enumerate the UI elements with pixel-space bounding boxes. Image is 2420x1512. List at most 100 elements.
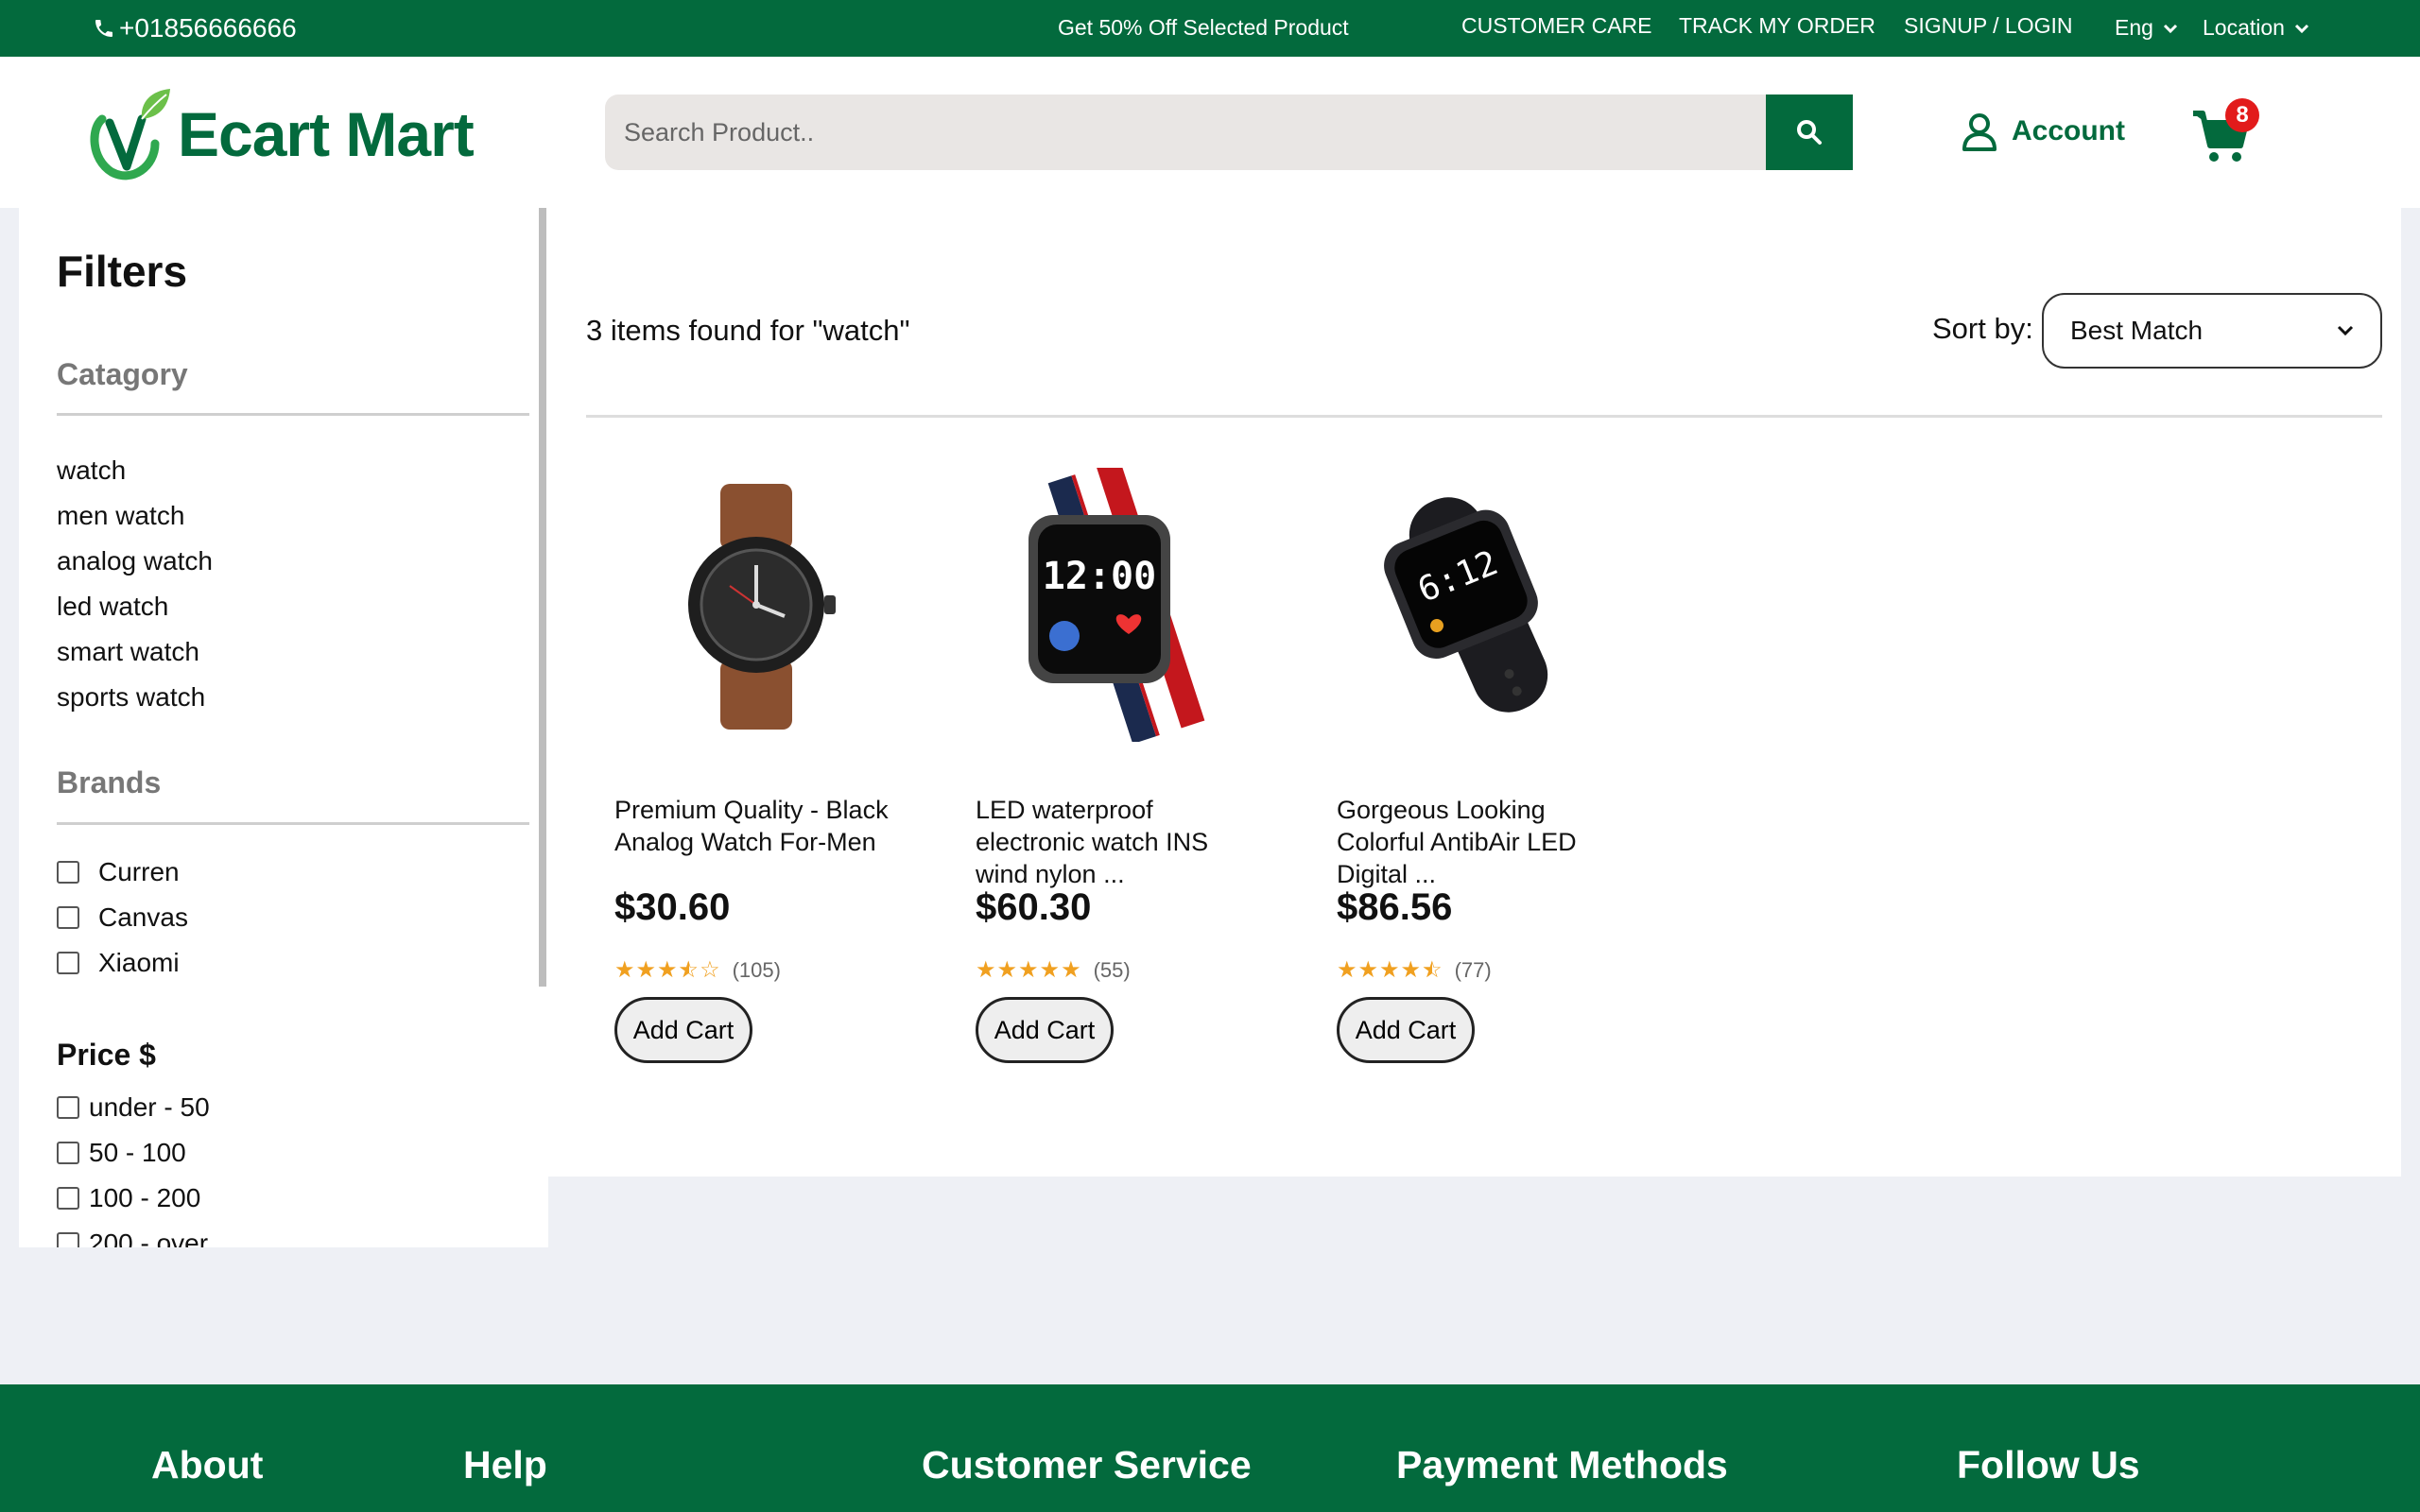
product-rating: ★★★★☆★ (77): [1337, 956, 1492, 984]
cart-count-badge: 8: [2225, 98, 2259, 132]
account-label: Account: [2012, 115, 2125, 146]
category-item-analog-watch[interactable]: analog watch: [57, 539, 213, 584]
language-value: Eng: [2115, 15, 2153, 40]
product-rating: ★★★★★ (55): [976, 956, 1131, 984]
price-option-100-200[interactable]: 100 - 200: [57, 1176, 210, 1221]
category-item-smart-watch[interactable]: smart watch: [57, 629, 213, 675]
brand-option-curren[interactable]: Curren: [57, 850, 188, 895]
user-icon: [1962, 113, 1996, 151]
brand-checkbox[interactable]: [57, 952, 79, 974]
sort-value: Best Match: [2070, 316, 2204, 345]
sidebar-scrollbar[interactable]: [539, 208, 546, 987]
site-header: Ecart Mart Account 8: [0, 57, 2420, 208]
filters-sidebar: Filters Catagory watch men watch analog …: [19, 208, 548, 1247]
filters-title: Filters: [57, 247, 188, 296]
category-item-watch[interactable]: watch: [57, 448, 213, 493]
product-image[interactable]: [614, 463, 898, 747]
brands-heading: Brands: [57, 765, 162, 799]
svg-text:12:00: 12:00: [1043, 555, 1156, 598]
signup-login-link[interactable]: SIGNUP / LOGIN: [1904, 13, 2073, 39]
price-checkbox[interactable]: [57, 1142, 79, 1164]
sort-label: Sort by:: [1932, 312, 2033, 345]
star-rating-icon: ★★★★★: [976, 957, 1082, 983]
chevron-down-icon: [2337, 325, 2354, 336]
brand-list: Curren Canvas Xiaomi: [57, 850, 188, 986]
price-label: 200 - over: [89, 1228, 209, 1247]
results-panel: 3 items found for "watch" Sort by: Best …: [548, 208, 2401, 1177]
price-heading: Price $: [57, 1038, 156, 1072]
chevron-down-icon: [2294, 24, 2309, 33]
customer-care-link[interactable]: CUSTOMER CARE: [1461, 13, 1652, 39]
brand-option-canvas[interactable]: Canvas: [57, 895, 188, 940]
phone-contact[interactable]: +01856666666: [93, 13, 297, 43]
cart-button[interactable]: 8: [2191, 98, 2259, 164]
category-heading: Catagory: [57, 357, 188, 391]
footer-heading-follow-us: Follow Us: [1957, 1443, 2140, 1486]
brand-label: Xiaomi: [98, 948, 180, 977]
language-dropdown[interactable]: Eng: [2115, 15, 2178, 41]
price-checkbox[interactable]: [57, 1187, 79, 1210]
product-card[interactable]: Premium Quality - Black Analog Watch For…: [614, 463, 898, 1063]
star-rating-icon: ★★★★☆★: [1337, 957, 1443, 983]
price-option-50-100[interactable]: 50 - 100: [57, 1130, 210, 1176]
review-count: (105): [732, 957, 781, 982]
category-item-led-watch[interactable]: led watch: [57, 584, 213, 629]
brand-label: Curren: [98, 857, 180, 886]
category-divider: [57, 413, 529, 416]
account-link[interactable]: Account: [1961, 112, 2125, 151]
results-summary: 3 items found for "watch": [586, 314, 910, 347]
phone-number: +01856666666: [119, 13, 297, 43]
price-checkbox[interactable]: [57, 1096, 79, 1119]
track-order-link[interactable]: TRACK MY ORDER: [1679, 13, 1876, 39]
location-dropdown[interactable]: Location: [2203, 15, 2309, 41]
price-label: 50 - 100: [89, 1138, 186, 1167]
product-card[interactable]: 6:12 Gorgeous Looking Colorful AntibAir …: [1337, 463, 1620, 1063]
leaf-logo-icon: [90, 89, 170, 180]
footer-heading-customer-service: Customer Service: [922, 1443, 1252, 1486]
product-rating: ★★★☆★☆ (105): [614, 956, 781, 984]
phone-icon: [95, 20, 112, 37]
category-item-men-watch[interactable]: men watch: [57, 493, 213, 539]
footer-heading-about: About: [151, 1443, 264, 1486]
brand-checkbox[interactable]: [57, 906, 79, 929]
price-label: under - 50: [89, 1092, 210, 1122]
smart-watch-image: 12:00: [1028, 468, 1205, 742]
price-list: under - 50 50 - 100 100 - 200 200 - over: [57, 1085, 210, 1247]
price-option-200-over[interactable]: 200 - over: [57, 1221, 210, 1247]
review-count: (55): [1093, 957, 1131, 982]
category-item-sports-watch[interactable]: sports watch: [57, 675, 213, 720]
search-icon: [1797, 120, 1822, 145]
add-to-cart-button[interactable]: Add Cart: [976, 997, 1114, 1063]
sort-select[interactable]: Best Match: [2042, 293, 2382, 369]
site-footer: About Help Customer Service Payment Meth…: [0, 1384, 2420, 1512]
star-rating-icon: ★★★☆★☆: [614, 957, 721, 983]
product-name[interactable]: Gorgeous Looking Colorful AntibAir LED D…: [1337, 794, 1620, 890]
product-image[interactable]: 12:00: [976, 463, 1259, 747]
analog-watch-image: [688, 484, 836, 730]
product-name[interactable]: Premium Quality - Black Analog Watch For…: [614, 794, 898, 858]
footer-heading-help: Help: [463, 1443, 547, 1486]
price-label: 100 - 200: [89, 1183, 201, 1212]
product-price: $30.60: [614, 886, 731, 928]
page-background: [0, 1247, 548, 1384]
search-button[interactable]: [1766, 94, 1853, 170]
brand-option-xiaomi[interactable]: Xiaomi: [57, 940, 188, 986]
site-logo[interactable]: Ecart Mart: [83, 85, 475, 183]
brand-label: Canvas: [98, 902, 188, 932]
product-image[interactable]: 6:12: [1337, 463, 1620, 747]
add-to-cart-button[interactable]: Add Cart: [614, 997, 752, 1063]
chevron-down-icon: [2163, 24, 2177, 33]
location-value: Location: [2203, 15, 2285, 40]
add-to-cart-button[interactable]: Add Cart: [1337, 997, 1475, 1063]
product-price: $60.30: [976, 886, 1092, 928]
search-input[interactable]: [605, 94, 1766, 170]
price-option-under-50[interactable]: under - 50: [57, 1085, 210, 1130]
price-checkbox[interactable]: [57, 1232, 79, 1247]
category-list: watch men watch analog watch led watch s…: [57, 448, 213, 720]
product-card[interactable]: 12:00 LED waterproof electronic watch IN…: [976, 463, 1259, 1063]
logo-text: Ecart Mart: [178, 99, 475, 169]
promo-text: Get 50% Off Selected Product: [1058, 15, 1349, 40]
product-name[interactable]: LED waterproof electronic watch INS wind…: [976, 794, 1259, 890]
led-watch-image: 6:12: [1384, 497, 1548, 713]
brand-checkbox[interactable]: [57, 861, 79, 884]
